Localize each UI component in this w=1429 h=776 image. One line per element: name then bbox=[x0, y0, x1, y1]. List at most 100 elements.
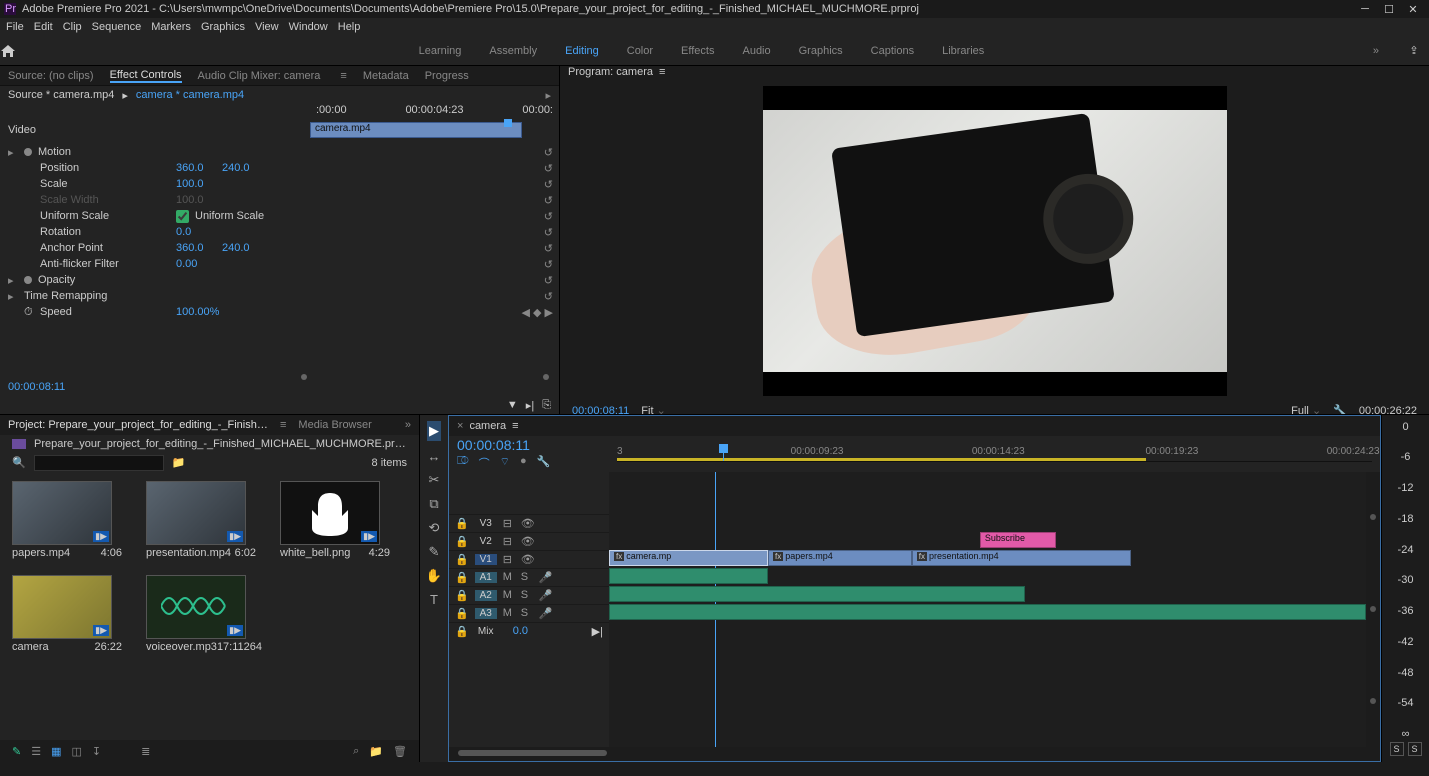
panel-overflow-icon[interactable]: » bbox=[405, 419, 411, 431]
project-item[interactable]: ▮▶white_bell.png4:29 bbox=[280, 481, 390, 559]
tool-type[interactable]: T bbox=[430, 592, 438, 607]
workspace-color[interactable]: Color bbox=[627, 45, 653, 57]
ec-group-motion[interactable]: ▸Motion↺ bbox=[8, 144, 559, 160]
workspace-audio[interactable]: Audio bbox=[742, 45, 770, 57]
project-item[interactable]: ▮▶papers.mp44:06 bbox=[12, 481, 122, 559]
timeline-ruler[interactable]: 300:00:09:2300:00:14:2300:00:19:2300:00:… bbox=[617, 446, 1372, 462]
timeline-hscroll[interactable] bbox=[449, 747, 1380, 761]
wrench-icon[interactable]: 🔧 bbox=[1333, 404, 1347, 414]
new-bin-button[interactable]: 📁 bbox=[172, 456, 186, 469]
clear-icon[interactable]: 🗑 bbox=[393, 745, 407, 758]
quick-export-button[interactable]: ⇪ bbox=[1399, 44, 1429, 57]
program-panel-tab[interactable]: Program: camera ≡ bbox=[560, 66, 1429, 78]
work-area-bar[interactable] bbox=[617, 458, 1146, 461]
tool-hand[interactable]: ✋ bbox=[426, 568, 442, 584]
close-button[interactable]: ✕ bbox=[1401, 3, 1425, 16]
tl-control-1[interactable]: ⌒ bbox=[479, 455, 490, 471]
timeline-timecode[interactable]: 00:00:08:11 bbox=[457, 437, 607, 453]
ec-prop-scale[interactable]: Scale100.0↺ bbox=[8, 176, 559, 192]
source-tab-0[interactable]: Source: (no clips) bbox=[8, 70, 94, 82]
new-item-icon[interactable]: ✎ bbox=[12, 745, 21, 758]
panel-menu-icon[interactable]: ≡ bbox=[659, 66, 665, 78]
source-tab-4[interactable]: Progress bbox=[425, 70, 469, 82]
source-tab-2[interactable]: Audio Clip Mixer: camera bbox=[198, 70, 321, 82]
project-item[interactable]: ▮▶voiceover.mp317:11264 bbox=[146, 575, 256, 653]
ec-prop-anchor-point[interactable]: Anchor Point360.0240.0↺ bbox=[8, 240, 559, 256]
new-bin-icon[interactable]: ⎘ bbox=[542, 399, 551, 412]
project-item[interactable]: ▮▶presentation.mp46:02 bbox=[146, 481, 256, 559]
workspace-assembly[interactable]: Assembly bbox=[489, 45, 537, 57]
ec-prop-position[interactable]: Position360.0240.0↺ bbox=[8, 160, 559, 176]
home-button[interactable] bbox=[0, 44, 30, 58]
timeline-clip[interactable] bbox=[609, 604, 1366, 620]
ec-prop-scale-width[interactable]: Scale Width100.0↺ bbox=[8, 192, 559, 208]
audio-track-header-A1[interactable]: 🔒A1MS🎤 bbox=[449, 568, 609, 586]
project-tab-0[interactable]: Project: Prepare_your_project_for_editin… bbox=[8, 419, 268, 431]
toggle-icon[interactable]: ▸| bbox=[526, 399, 534, 412]
project-tab-1[interactable]: Media Browser bbox=[298, 419, 371, 431]
close-sequence-icon[interactable]: × bbox=[457, 420, 463, 432]
program-view[interactable] bbox=[560, 78, 1429, 404]
timeline-clip[interactable] bbox=[609, 586, 1025, 602]
menu-clip[interactable]: Clip bbox=[63, 21, 82, 33]
tl-control-3[interactable]: ● bbox=[520, 455, 527, 471]
timeline-vscroll[interactable] bbox=[1366, 472, 1380, 748]
timeline-playhead[interactable] bbox=[723, 446, 724, 461]
automate-icon[interactable]: ≣ bbox=[141, 745, 150, 758]
source-tab-3[interactable]: Metadata bbox=[363, 70, 409, 82]
new-folder-icon[interactable]: 📁 bbox=[369, 745, 383, 758]
menu-window[interactable]: Window bbox=[289, 21, 328, 33]
timeline-clip[interactable]: fxpapers.mp4 bbox=[768, 550, 912, 566]
tool-selection[interactable]: ▶ bbox=[427, 421, 441, 441]
timeline-sequence-tab[interactable]: camera bbox=[469, 420, 506, 432]
workspace-effects[interactable]: Effects bbox=[681, 45, 714, 57]
workspace-learning[interactable]: Learning bbox=[419, 45, 462, 57]
menu-graphics[interactable]: Graphics bbox=[201, 21, 245, 33]
ec-clip-bar[interactable]: camera.mp4 bbox=[310, 122, 522, 138]
tl-control-4[interactable]: 🔧 bbox=[537, 455, 551, 471]
program-current-tc[interactable]: 00:00:08:11 bbox=[572, 405, 629, 414]
search-icon[interactable]: 🔍 bbox=[12, 456, 26, 469]
tool-razor[interactable]: ⧉ bbox=[429, 496, 438, 512]
menu-edit[interactable]: Edit bbox=[34, 21, 53, 33]
sort-icon[interactable]: ↧ bbox=[92, 745, 101, 758]
tl-control-2[interactable]: ⌔ bbox=[500, 455, 510, 471]
fit-dropdown[interactable]: Fit ⌄ bbox=[641, 404, 666, 414]
ec-group-opacity[interactable]: ▸Opacity↺ bbox=[8, 272, 559, 288]
ec-prop-anti-flicker-filter[interactable]: Anti-flicker Filter0.00↺ bbox=[8, 256, 559, 272]
video-track-header-V1[interactable]: 🔒V1⊟👁 bbox=[449, 550, 609, 568]
ec-play-only-icon[interactable]: ▸ bbox=[545, 89, 551, 102]
menu-help[interactable]: Help bbox=[338, 21, 361, 33]
timeline-clip[interactable]: fxpresentation.mp4 bbox=[912, 550, 1132, 566]
project-bin-name[interactable]: Prepare_your_project_for_editing_-_Finis… bbox=[34, 438, 407, 450]
project-item[interactable]: ▮▶camera26:22 bbox=[12, 575, 122, 653]
tool-slip[interactable]: ⟲ bbox=[429, 520, 440, 536]
ec-prop-rotation[interactable]: Rotation0.0↺ bbox=[8, 224, 559, 240]
timeline-clip[interactable]: Subscribe bbox=[980, 532, 1056, 548]
freeform-view-icon[interactable]: ◫ bbox=[72, 745, 82, 758]
project-search-input[interactable] bbox=[34, 455, 164, 471]
audio-track-header-A2[interactable]: 🔒A2MS🎤 bbox=[449, 586, 609, 604]
tool-ripple[interactable]: ✂ bbox=[429, 472, 440, 488]
audio-track-header-A3[interactable]: 🔒A3MS🎤 bbox=[449, 604, 609, 622]
menu-markers[interactable]: Markers bbox=[151, 21, 191, 33]
ec-prop-uniform-scale[interactable]: Uniform Scale Uniform Scale↺ bbox=[8, 208, 559, 224]
video-track-header-V3[interactable]: 🔒V3⊟👁 bbox=[449, 514, 609, 532]
tool-track-select[interactable]: ↔ bbox=[428, 449, 441, 464]
ec-prop-speed[interactable]: ⏱Speed100.00%◀ ◆ ▶ bbox=[8, 304, 559, 320]
solo-right-button[interactable]: S bbox=[1408, 742, 1422, 756]
timeline-tracks[interactable]: Subscribefxcamera.mpfxpapers.mp4fxpresen… bbox=[609, 472, 1366, 748]
tl-control-0[interactable]: ⎄ bbox=[457, 455, 469, 471]
source-tab-1[interactable]: Effect Controls bbox=[110, 69, 182, 83]
panel-menu-icon[interactable]: ≡ bbox=[512, 420, 518, 432]
workspace-graphics[interactable]: Graphics bbox=[799, 45, 843, 57]
maximize-button[interactable]: ☐ bbox=[1377, 3, 1401, 16]
find-icon[interactable]: ⌕ bbox=[353, 745, 359, 758]
workspace-editing[interactable]: Editing bbox=[565, 45, 599, 57]
zoom-dropdown[interactable]: Full ⌄ bbox=[1291, 404, 1321, 414]
workspace-captions[interactable]: Captions bbox=[871, 45, 914, 57]
ec-group-time-remapping[interactable]: ▸Time Remapping↺ bbox=[8, 288, 559, 304]
ec-timecode[interactable]: 00:00:08:11 bbox=[0, 381, 559, 397]
tool-pen[interactable]: ✎ bbox=[429, 544, 440, 560]
filter-icon[interactable]: ▼ bbox=[507, 399, 518, 412]
